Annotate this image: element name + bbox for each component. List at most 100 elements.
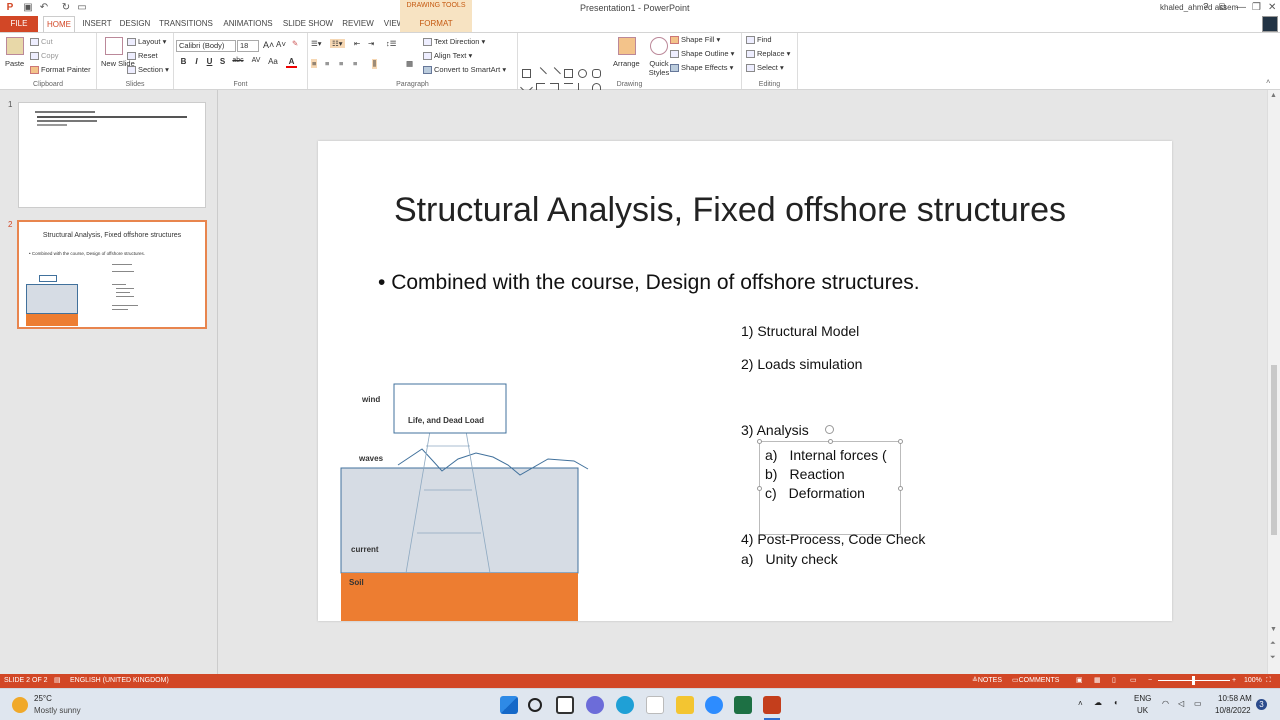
align-text-button[interactable]: Align Text ▾ xyxy=(423,51,472,61)
resize-handle[interactable] xyxy=(828,439,833,444)
font-color-button[interactable]: A xyxy=(286,57,297,68)
excel-icon[interactable] xyxy=(734,696,752,714)
shape-rounded-rect-icon[interactable] xyxy=(592,69,601,78)
shape-textbox-icon[interactable] xyxy=(522,69,531,78)
align-left-icon[interactable]: ≡ xyxy=(311,59,318,68)
wifi-icon[interactable]: ◠ xyxy=(1162,699,1169,708)
battery-icon[interactable]: ▭ xyxy=(1194,699,1202,708)
character-spacing-button[interactable]: AV xyxy=(248,57,264,64)
slide-sorter-icon[interactable]: ▦ xyxy=(1094,674,1101,688)
resize-handle[interactable] xyxy=(898,486,903,491)
close-button[interactable]: ✕ xyxy=(1268,2,1276,13)
step-structural-model[interactable]: 1) Structural Model xyxy=(741,323,859,339)
tab-review[interactable]: REVIEW xyxy=(340,16,376,32)
zoom-out-icon[interactable]: − xyxy=(1148,674,1152,688)
clear-format-icon[interactable]: ✎ xyxy=(292,39,298,48)
new-slide-icon[interactable] xyxy=(105,37,123,55)
sub-reaction[interactable]: b) Reaction xyxy=(765,466,845,482)
step-loads-simulation[interactable]: 2) Loads simulation xyxy=(741,356,862,372)
clock-date[interactable]: 10/8/2022 xyxy=(1215,706,1251,715)
weather-text[interactable]: Mostly sunny xyxy=(34,706,81,715)
select-button[interactable]: Select ▾ xyxy=(746,63,784,73)
tab-transitions[interactable]: TRANSITIONS xyxy=(158,16,214,32)
arrange-icon[interactable] xyxy=(618,37,636,55)
search-icon[interactable] xyxy=(528,698,542,712)
strikethrough-button[interactable]: abc xyxy=(230,57,246,64)
tab-format[interactable]: FORMAT xyxy=(400,16,472,32)
shrink-font-icon[interactable]: A˅ xyxy=(276,40,286,49)
edge-icon[interactable] xyxy=(616,696,634,714)
notes-button[interactable]: ≗ NOTES xyxy=(972,674,1002,688)
next-slide-icon[interactable]: ⏷ xyxy=(1270,654,1276,662)
soil-region[interactable] xyxy=(341,573,578,621)
cut-button[interactable]: Cut xyxy=(30,37,53,47)
keyboard-layout[interactable]: UK xyxy=(1137,706,1148,715)
scroll-down-icon[interactable]: ▼ xyxy=(1270,626,1277,633)
chat-icon[interactable] xyxy=(586,696,604,714)
text-direction-button[interactable]: Text Direction ▾ xyxy=(423,37,485,47)
slide-title[interactable]: Structural Analysis, Fixed offshore stru… xyxy=(318,191,1142,230)
weather-sun-icon[interactable] xyxy=(12,697,28,713)
previous-slide-icon[interactable]: ⏶ xyxy=(1270,640,1276,648)
bullets-icon[interactable]: ☰▾ xyxy=(311,39,322,48)
zoom-level[interactable]: 100% xyxy=(1244,674,1262,688)
maximize-button[interactable]: ❐ xyxy=(1252,2,1261,13)
format-painter-button[interactable]: Format Painter xyxy=(30,65,91,75)
shadow-button[interactable]: S xyxy=(217,57,228,66)
paste-icon[interactable] xyxy=(6,37,24,55)
tab-file[interactable]: FILE xyxy=(0,16,38,32)
section-button[interactable]: Section ▾ xyxy=(127,65,169,75)
task-view-icon[interactable] xyxy=(556,696,574,714)
proofing-icon[interactable]: ▤ xyxy=(54,674,61,688)
quick-styles-icon[interactable] xyxy=(650,37,668,55)
table-align-icon[interactable]: ▦ xyxy=(406,59,413,68)
reading-view-icon[interactable]: ▯ xyxy=(1112,674,1116,688)
slide-bullet[interactable]: • Combined with the course, Design of of… xyxy=(378,271,920,295)
resize-handle[interactable] xyxy=(898,439,903,444)
decrease-indent-icon[interactable]: ⇤ xyxy=(354,39,360,48)
speaker-tray-icon[interactable]: ◐ xyxy=(1114,698,1119,707)
zoom-slider-thumb[interactable] xyxy=(1192,676,1195,685)
language-code[interactable]: ENG xyxy=(1134,694,1151,703)
tab-home[interactable]: HOME xyxy=(43,16,75,32)
zoom-in-icon[interactable]: + xyxy=(1232,674,1236,688)
shape-rect-icon[interactable] xyxy=(564,69,573,78)
align-right-icon[interactable]: ≡ xyxy=(339,59,343,68)
scroll-up-icon[interactable]: ▲ xyxy=(1270,92,1277,99)
store-icon[interactable] xyxy=(646,696,664,714)
font-size-select[interactable]: 18 xyxy=(237,40,259,52)
slide1-thumbnail[interactable] xyxy=(18,102,206,208)
rotate-handle-icon[interactable] xyxy=(825,425,834,434)
arrange-button[interactable]: Arrange xyxy=(613,59,640,68)
slideshow-view-icon[interactable]: ▭ xyxy=(1130,674,1137,688)
font-family-select[interactable]: Calibri (Body) xyxy=(176,40,236,52)
account-name[interactable]: khaled_ahmed assem xyxy=(1160,3,1238,12)
step-analysis[interactable]: 3) Analysis xyxy=(741,422,809,438)
grow-font-icon[interactable]: A˄ xyxy=(263,40,274,50)
tab-insert[interactable]: INSERT xyxy=(80,16,114,32)
undo-icon[interactable]: ↶ xyxy=(38,2,50,14)
slide[interactable]: Structural Analysis, Fixed offshore stru… xyxy=(318,141,1172,621)
italic-button[interactable]: I xyxy=(191,57,202,66)
justify-icon[interactable]: ≡ xyxy=(353,59,357,68)
underline-button[interactable]: U xyxy=(204,57,215,66)
increase-indent-icon[interactable]: ⇥ xyxy=(368,39,374,48)
resize-handle[interactable] xyxy=(757,486,762,491)
save-icon[interactable]: ▣ xyxy=(22,2,34,14)
sub-internal-forces[interactable]: a) Internal forces ( xyxy=(765,447,887,463)
tab-design[interactable]: DESIGN xyxy=(118,16,152,32)
change-case-button[interactable]: Aa xyxy=(265,57,281,66)
redo-icon[interactable]: ↻ xyxy=(60,2,72,14)
deck-box[interactable] xyxy=(393,383,507,434)
onedrive-icon[interactable]: ☁ xyxy=(1094,698,1102,707)
copy-button[interactable]: Copy xyxy=(30,51,59,61)
notification-badge[interactable]: 3 xyxy=(1256,699,1267,710)
shape-fill-button[interactable]: Shape Fill ▾ xyxy=(670,35,720,45)
columns-icon[interactable]: ⫼ xyxy=(372,59,378,69)
line-spacing-icon[interactable]: ↕☰ xyxy=(386,39,396,48)
find-button[interactable]: Find xyxy=(746,35,772,45)
start-icon[interactable] xyxy=(500,696,518,714)
volume-icon[interactable]: ◁ xyxy=(1178,699,1184,708)
shape-line-icon[interactable] xyxy=(534,67,547,80)
tray-chevron-icon[interactable]: ˄ xyxy=(1078,699,1083,708)
